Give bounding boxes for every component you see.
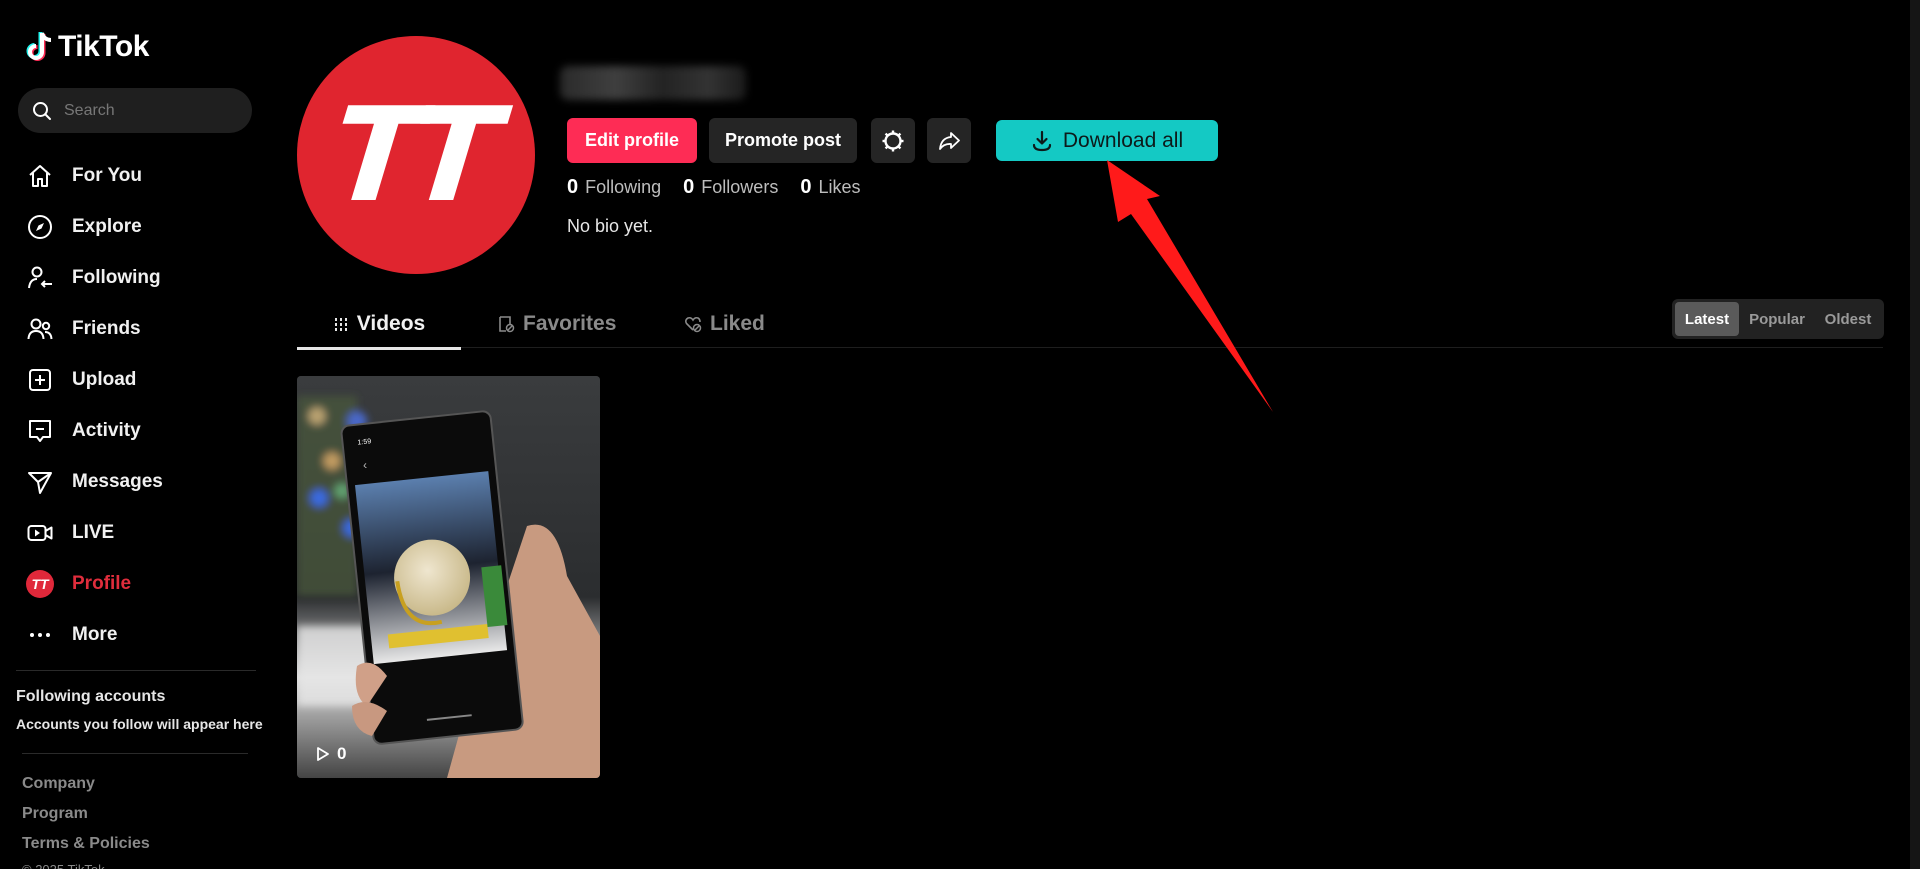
following-accounts-subtitle: Accounts you follow will appear here <box>16 716 263 732</box>
sidebar-item-label: Following <box>72 266 161 288</box>
tiktok-note-icon <box>26 32 52 61</box>
stat-following[interactable]: 0 Following <box>567 176 661 199</box>
profile-avatar[interactable]: TT <box>297 36 535 274</box>
active-tab-indicator <box>297 347 461 350</box>
following-accounts-title: Following accounts <box>16 688 166 705</box>
edit-profile-button[interactable]: Edit profile <box>567 118 697 163</box>
tab-label: Favorites <box>523 312 617 335</box>
activity-icon <box>26 417 54 445</box>
sidebar-item-more[interactable]: More <box>26 609 256 660</box>
sidebar-item-label: Activity <box>72 419 141 441</box>
promote-post-button[interactable]: Promote post <box>709 118 857 163</box>
video-thumbnail: 1:59 ‹ <box>297 376 600 778</box>
sidebar-item-for-you[interactable]: For You <box>26 150 256 201</box>
search-bar[interactable] <box>18 88 252 133</box>
sidebar-item-messages[interactable]: Messages <box>26 456 256 507</box>
tab-videos[interactable]: Videos <box>297 300 461 350</box>
stat-value: 0 <box>567 176 579 198</box>
messages-icon <box>26 468 54 496</box>
view-count-value: 0 <box>337 744 347 763</box>
view-count: 0 <box>315 744 346 764</box>
sort-toggle: Latest Popular Oldest <box>1672 299 1884 339</box>
page-scrollbar[interactable] <box>1910 0 1920 869</box>
sort-oldest[interactable]: Oldest <box>1815 302 1881 336</box>
sort-latest[interactable]: Latest <box>1675 302 1739 336</box>
sidebar-item-activity[interactable]: Activity <box>26 405 256 456</box>
share-icon <box>939 131 960 150</box>
sidebar-item-profile[interactable]: TT Profile <box>26 558 256 609</box>
logo-text: TikTok <box>58 30 149 63</box>
tab-label: Liked <box>710 312 765 335</box>
footer-link-terms[interactable]: Terms & Policies <box>22 835 150 853</box>
tiktok-logo[interactable]: TikTok <box>26 30 149 64</box>
sidebar-item-friends[interactable]: Friends <box>26 303 256 354</box>
stat-likes: 0 Likes <box>800 176 860 199</box>
stat-value: 0 <box>800 176 812 198</box>
friends-icon <box>26 315 54 343</box>
footer-link-program[interactable]: Program <box>22 805 88 823</box>
gear-icon <box>882 130 904 151</box>
search-icon <box>33 101 51 120</box>
sidebar-item-live[interactable]: LIVE <box>26 507 256 558</box>
profile-tabs: Videos Favorites Liked <box>297 300 1883 350</box>
svg-text:1:59: 1:59 <box>357 438 371 446</box>
tab-liked[interactable]: Liked <box>684 300 765 348</box>
favorites-lock-icon <box>499 316 515 333</box>
copyright: © 2025 TikTok <box>22 862 105 869</box>
username-blurred <box>560 66 746 100</box>
stat-label: Likes <box>818 177 861 197</box>
sidebar-item-label: Messages <box>72 470 163 492</box>
more-icon <box>26 621 54 649</box>
sidebar-item-label: LIVE <box>72 521 115 543</box>
video-card[interactable]: 1:59 ‹ 0 <box>297 376 600 778</box>
footer-link-company[interactable]: Company <box>22 775 95 793</box>
download-all-label: Download all <box>1062 128 1184 152</box>
sidebar-nav: For You Explore Following Friends Upload <box>26 150 256 660</box>
sidebar-item-following[interactable]: Following <box>26 252 256 303</box>
tab-label: Videos <box>356 312 426 335</box>
liked-lock-icon <box>684 316 702 333</box>
compass-icon <box>26 213 54 241</box>
sort-popular[interactable]: Popular <box>1739 302 1815 336</box>
sidebar-item-upload[interactable]: Upload <box>26 354 256 405</box>
share-profile-button[interactable] <box>927 118 971 163</box>
following-icon <box>26 264 54 292</box>
home-icon <box>26 162 54 190</box>
sidebar-item-label: More <box>72 623 118 645</box>
download-icon <box>1032 130 1051 151</box>
sidebar-item-label: Explore <box>72 215 142 237</box>
play-icon <box>317 747 329 761</box>
avatar: TT <box>26 569 54 598</box>
sidebar-item-label: Friends <box>72 317 141 339</box>
sidebar-item-label: Upload <box>72 368 137 390</box>
search-input[interactable] <box>64 101 234 120</box>
sidebar-item-explore[interactable]: Explore <box>26 201 256 252</box>
avatar-initials: TT <box>324 79 494 231</box>
sidebar-item-label: For You <box>72 164 143 186</box>
stat-followers[interactable]: 0 Followers <box>683 176 778 199</box>
sidebar-divider <box>22 753 248 754</box>
profile-stats: 0 Following 0 Followers 0 Likes <box>567 176 860 199</box>
profile-bio: No bio yet. <box>567 216 654 236</box>
live-icon <box>26 519 54 547</box>
tab-favorites[interactable]: Favorites <box>497 300 616 348</box>
sidebar: TikTok For You Explore Following <box>0 0 266 869</box>
stat-label: Followers <box>701 177 779 197</box>
sidebar-divider <box>16 670 256 671</box>
sidebar-item-label: Profile <box>72 572 132 594</box>
upload-icon <box>26 366 54 394</box>
stat-label: Following <box>585 177 662 197</box>
stat-value: 0 <box>683 176 695 198</box>
grid-icon <box>334 318 347 331</box>
download-all-button[interactable]: Download all <box>996 120 1218 161</box>
settings-button[interactable] <box>871 118 915 163</box>
